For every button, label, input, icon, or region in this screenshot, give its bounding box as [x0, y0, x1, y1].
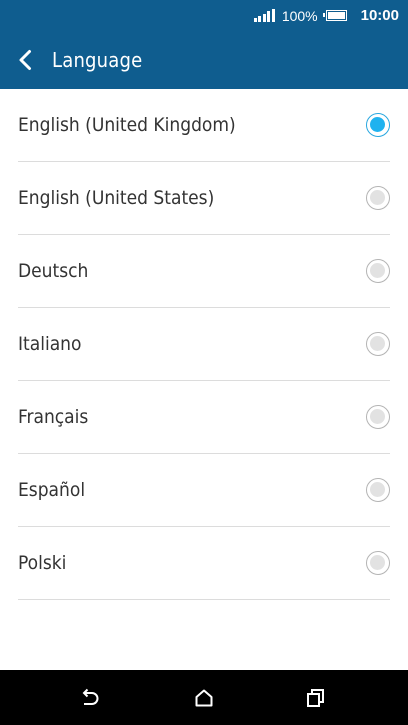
status-indicators: 100% 10:00 — [253, 0, 399, 31]
nav-home-button[interactable] — [186, 680, 222, 716]
radio-dot — [370, 263, 385, 278]
radio-button[interactable] — [366, 259, 390, 283]
language-option[interactable]: English (United Kingdom) — [0, 89, 408, 162]
nav-recents-button[interactable] — [298, 680, 334, 716]
radio-button[interactable] — [366, 478, 390, 502]
language-option[interactable]: Italiano — [0, 308, 408, 381]
language-label: English (United Kingdom) — [18, 114, 236, 136]
radio-dot — [370, 117, 385, 132]
status-clock: 10:00 — [360, 7, 399, 24]
language-label: Deutsch — [18, 260, 89, 282]
radio-button[interactable] — [366, 332, 390, 356]
battery-percent: 100% — [281, 7, 318, 24]
nav-back-button[interactable] — [72, 680, 108, 716]
back-icon — [82, 688, 99, 705]
radio-button[interactable] — [366, 551, 390, 575]
language-label: English (United States) — [18, 187, 215, 209]
home-icon — [195, 689, 213, 707]
back-button[interactable] — [8, 40, 44, 80]
language-option[interactable]: English (United States) — [0, 162, 408, 235]
radio-dot — [370, 555, 385, 570]
app-bar: Language — [0, 31, 408, 89]
chevron-left-icon — [19, 50, 31, 70]
language-label: Español — [18, 479, 86, 501]
radio-dot — [370, 336, 385, 351]
battery-icon — [322, 10, 347, 21]
language-list: English (United Kingdom) English (United… — [0, 89, 408, 600]
radio-dot — [370, 409, 385, 424]
language-option[interactable]: Deutsch — [0, 235, 408, 308]
navigation-bar — [0, 670, 408, 725]
language-option[interactable]: Français — [0, 381, 408, 454]
language-label: Français — [18, 406, 89, 428]
radio-dot — [370, 482, 385, 497]
radio-button[interactable] — [366, 113, 390, 137]
divider — [18, 599, 390, 600]
page-title: Language — [52, 48, 143, 72]
radio-dot — [370, 190, 385, 205]
language-option[interactable]: Español — [0, 454, 408, 527]
radio-button[interactable] — [366, 405, 390, 429]
language-label: Italiano — [18, 333, 82, 355]
radio-button[interactable] — [366, 186, 390, 210]
recents-icon — [307, 689, 324, 707]
language-label: Polski — [18, 552, 67, 574]
signal-icon — [253, 9, 275, 22]
status-bar: 100% 10:00 — [0, 0, 408, 31]
language-option[interactable]: Polski — [0, 527, 408, 600]
